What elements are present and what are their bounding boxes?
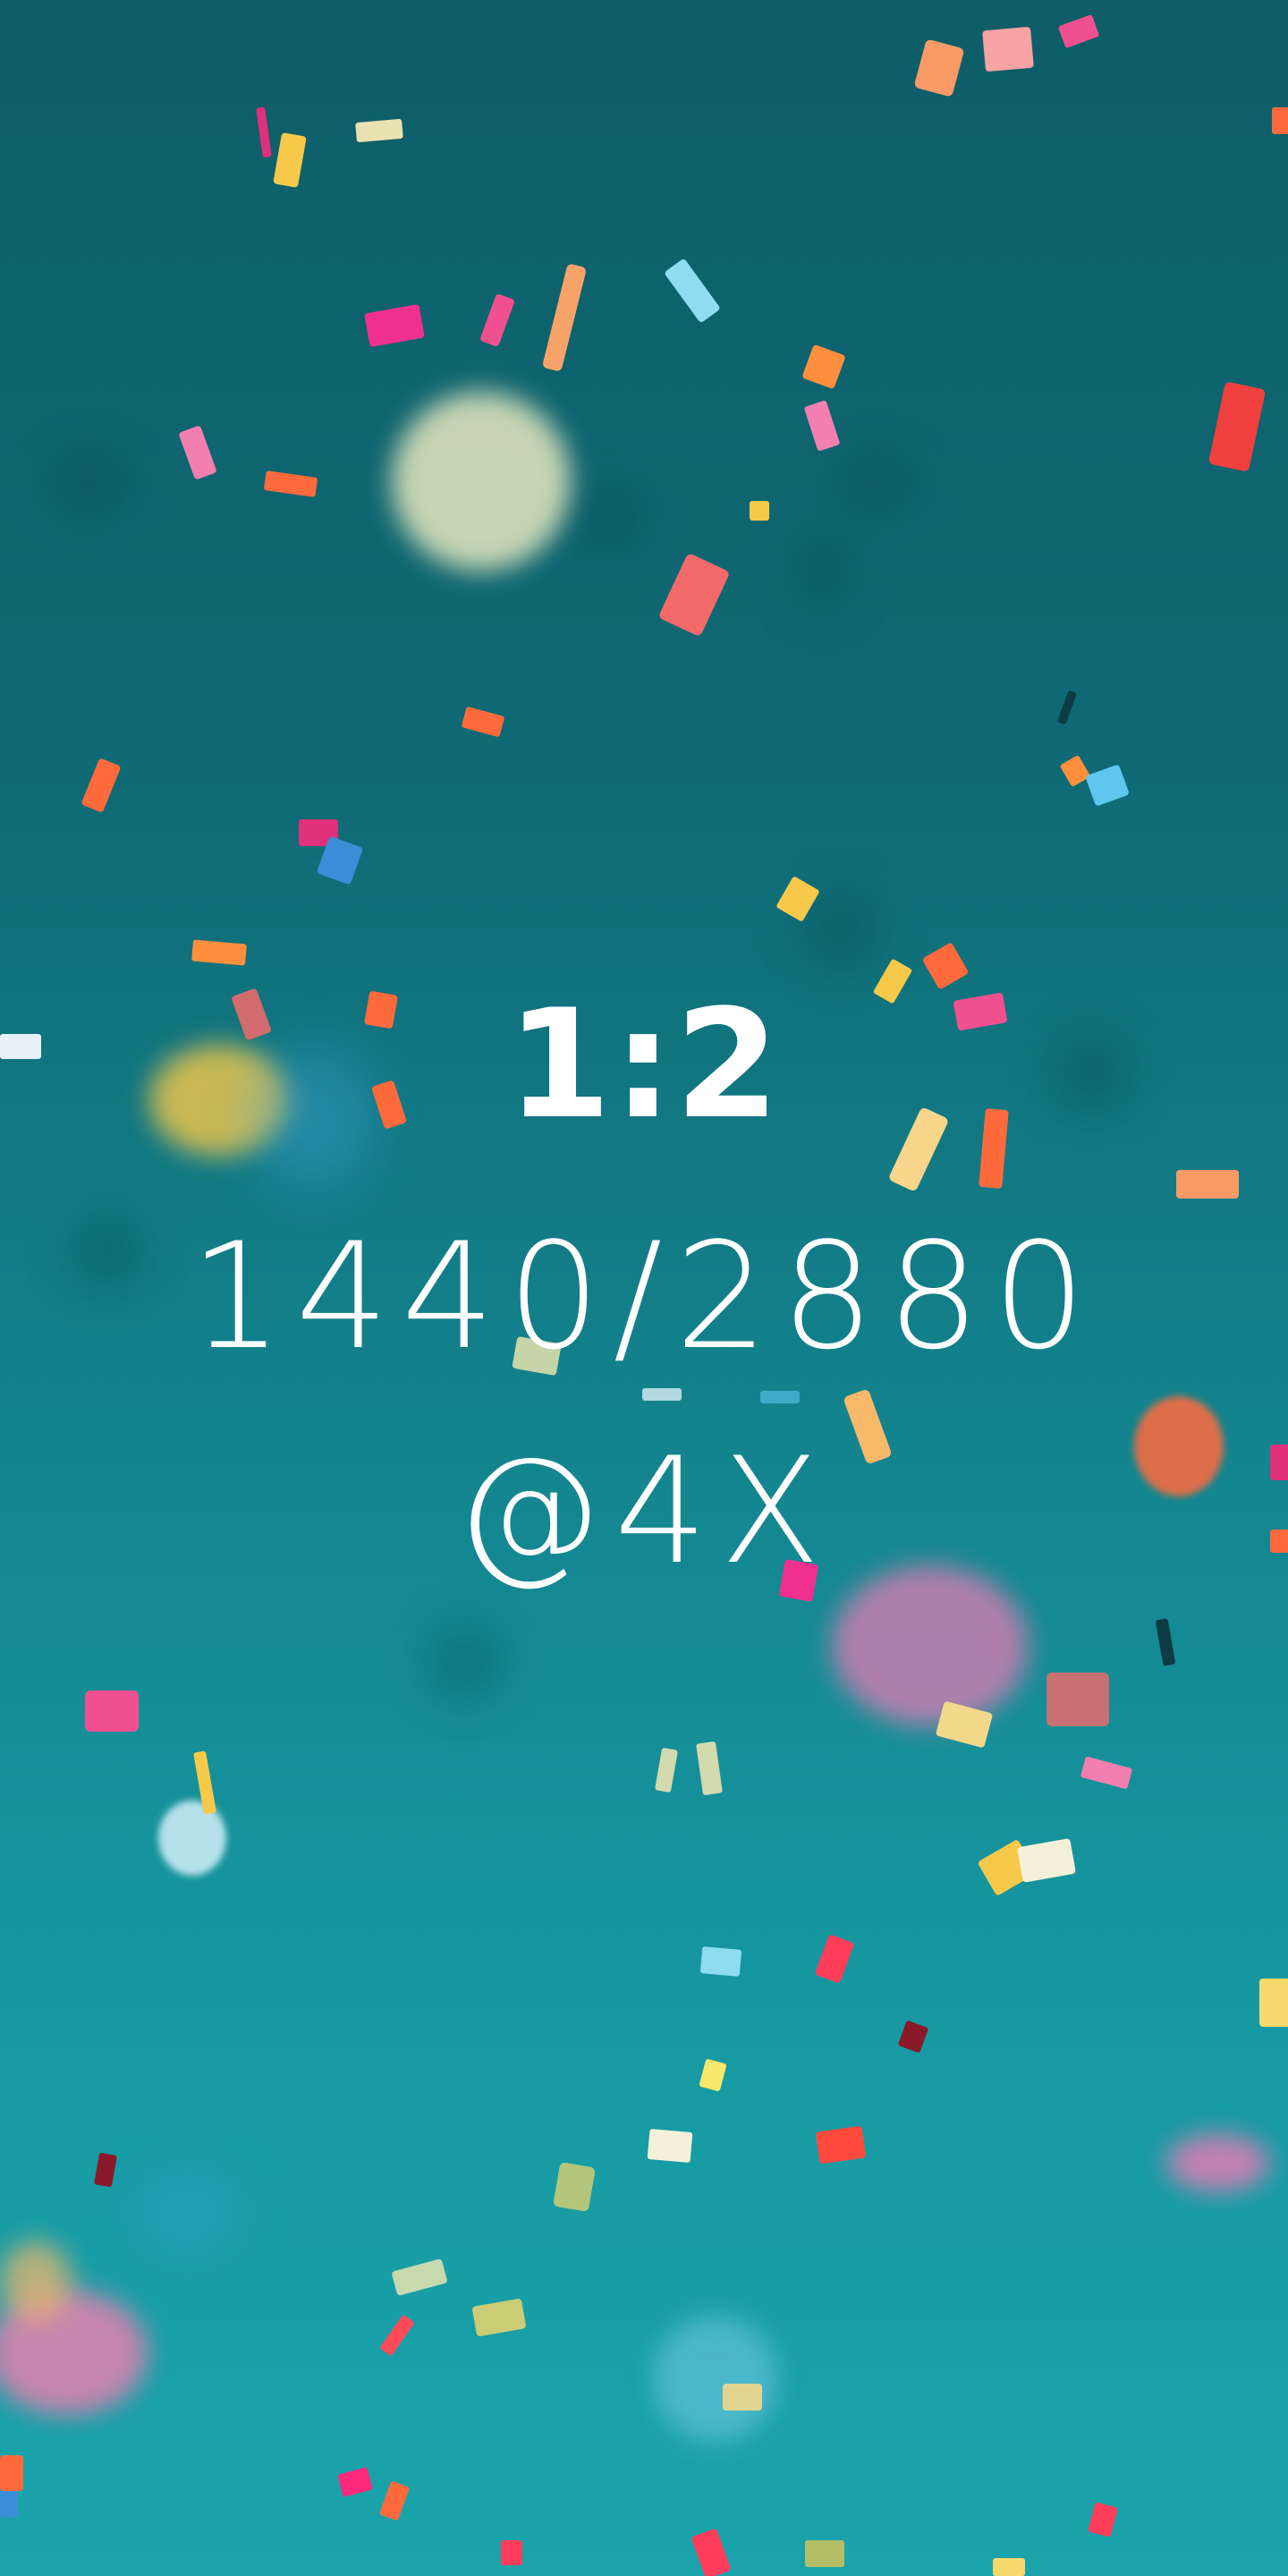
dimensions-label: 1440/2880 (190, 1211, 1098, 1382)
aspect-ratio-label: 1:2 (506, 977, 782, 1152)
scale-label: @4X (454, 1426, 834, 1597)
caption-block: 1:2 1440/2880 @4X (0, 975, 1288, 1619)
confetti-photo-background: 1:2 1440/2880 @4X (0, 0, 1288, 2576)
